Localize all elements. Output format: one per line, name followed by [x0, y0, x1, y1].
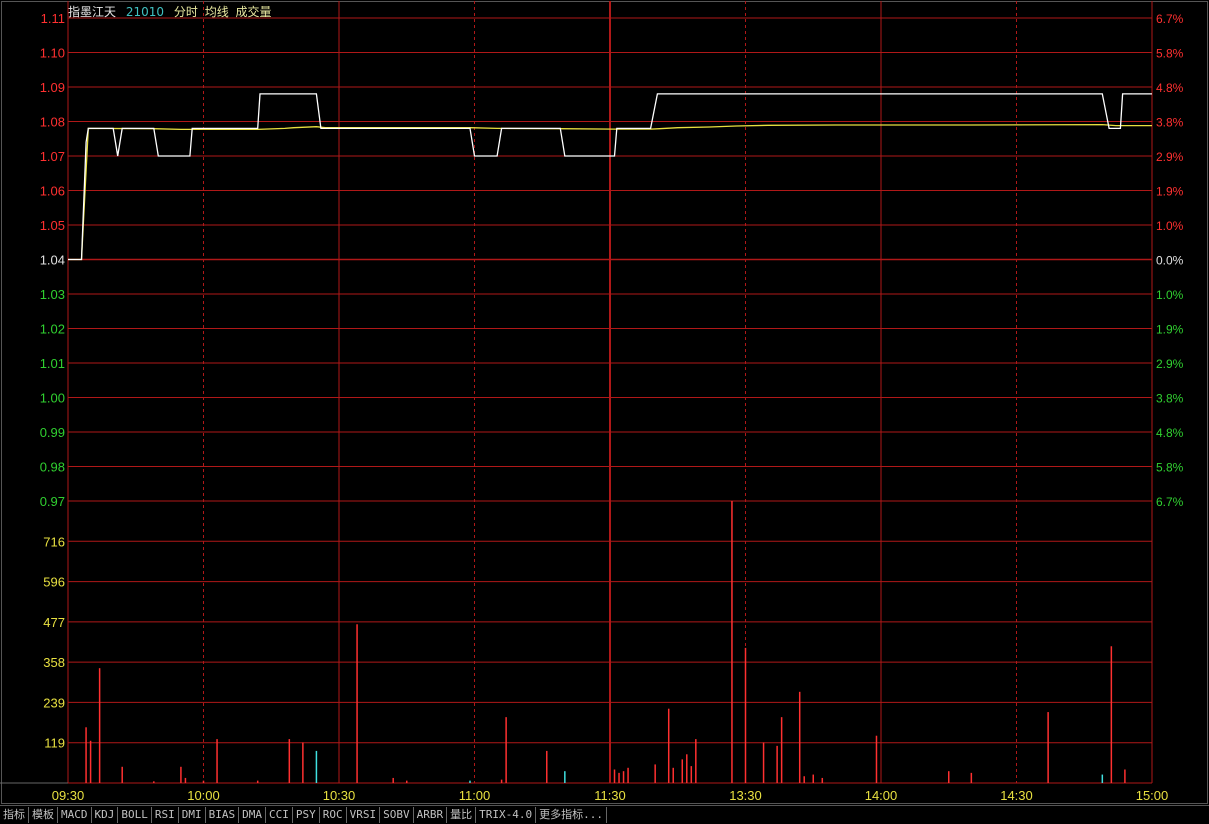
- tab-6[interactable]: DMI: [179, 807, 206, 823]
- tab-1[interactable]: 模板: [29, 807, 58, 823]
- percent-tick-label: 6.7%: [1156, 12, 1184, 26]
- price-tick-label: 1.08: [40, 115, 65, 130]
- price-tick-label: 1.00: [40, 391, 65, 406]
- price-tick-label: 1.10: [40, 46, 65, 61]
- time-label: 10:00: [187, 788, 220, 803]
- tab-9[interactable]: CCI: [266, 807, 293, 823]
- volume-tick-label: 596: [43, 575, 65, 590]
- tab-3[interactable]: KDJ: [92, 807, 119, 823]
- percent-tick-label: 6.7%: [1156, 495, 1184, 509]
- percent-tick-label: 1.0%: [1156, 219, 1184, 233]
- price-tick-label: 1.03: [40, 287, 65, 302]
- indicator-intraday: 分时: [173, 5, 198, 19]
- volume-tick-label: 119: [44, 736, 65, 751]
- volume-tick-label: 358: [43, 655, 65, 670]
- time-label: 13:30: [729, 788, 762, 803]
- price-tick-label: 1.06: [40, 184, 65, 199]
- price-tick-label: 1.01: [40, 356, 65, 371]
- price-tick-label: 1.05: [40, 218, 65, 233]
- tab-11[interactable]: ROC: [320, 807, 347, 823]
- price-tick-label: 0.97: [40, 494, 65, 509]
- percent-tick-label: 5.8%: [1156, 47, 1184, 61]
- price-tick-label: 0.98: [40, 460, 65, 475]
- percent-tick-label: 5.8%: [1156, 461, 1184, 475]
- percent-tick-label: 3.8%: [1156, 116, 1184, 130]
- tab-17[interactable]: 更多指标...: [536, 807, 607, 823]
- indicator-volume: 成交量: [235, 5, 272, 19]
- percent-tick-label: 1.9%: [1156, 323, 1184, 337]
- indicator-avg-line: 均线: [204, 5, 229, 19]
- tab-10[interactable]: PSY: [293, 807, 320, 823]
- stock-code: 21010: [125, 5, 165, 19]
- price-tick-label: 1.02: [40, 322, 65, 337]
- tab-0[interactable]: 指标: [0, 807, 29, 823]
- volume-tick-label: 716: [43, 534, 65, 549]
- tab-16[interactable]: TRIX-4.0: [476, 807, 537, 823]
- intraday-chart[interactable]: 1.11 6.7% 1.10 5.8% 1.09 4.8% 1.08 3.8% 1.07 2.9%…: [0, 0, 1209, 805]
- percent-tick-label: 1.9%: [1156, 185, 1184, 199]
- percent-tick-label: 2.9%: [1156, 150, 1184, 164]
- tab-13[interactable]: SOBV: [380, 807, 414, 823]
- time-label: 11:30: [594, 788, 626, 803]
- time-label: 15:00: [1136, 788, 1169, 803]
- tab-4[interactable]: BOLL: [118, 807, 152, 823]
- stock-name: 指墨江天: [68, 5, 117, 19]
- tab-5[interactable]: RSI: [152, 807, 179, 823]
- tab-15[interactable]: 量比: [447, 807, 477, 823]
- time-label: 14:00: [865, 788, 898, 803]
- percent-tick-label: 1.0%: [1156, 288, 1184, 302]
- indicator-tab-bar: 指标 模板 MACD KDJ BOLL RSI DMI BIAS DMA CCI PSY ROC VRS…: [0, 805, 1209, 824]
- tab-14[interactable]: ARBR: [414, 807, 448, 823]
- percent-tick-label: 3.8%: [1156, 392, 1184, 406]
- volume-tick-label: 239: [43, 695, 65, 710]
- percent-tick-label: 4.8%: [1156, 81, 1184, 95]
- volume-bars: [85, 501, 1126, 783]
- price-tick-label: 1.04: [40, 253, 65, 268]
- time-label: 14:30: [1000, 788, 1033, 803]
- price-tick-label: 0.99: [40, 425, 65, 440]
- percent-tick-label: 4.8%: [1156, 426, 1184, 440]
- percent-tick-label: 2.9%: [1156, 357, 1184, 371]
- tab-12[interactable]: VRSI: [347, 807, 381, 823]
- volume-tick-label: 477: [43, 615, 65, 630]
- price-tick-label: 1.09: [40, 80, 65, 95]
- tab-7[interactable]: BIAS: [206, 807, 240, 823]
- chart-header: 指墨江天 21010 分时 均线 成交量: [68, 3, 278, 20]
- time-label: 10:30: [323, 788, 356, 803]
- price-tick-label: 1.11: [41, 11, 65, 26]
- time-label: 09:30: [52, 788, 85, 803]
- price-tick-label: 1.07: [40, 149, 65, 164]
- tab-2[interactable]: MACD: [58, 807, 92, 823]
- percent-tick-label: 0.0%: [1156, 254, 1184, 268]
- tab-8[interactable]: DMA: [239, 807, 266, 823]
- time-label: 11:00: [459, 788, 491, 803]
- grid: [0, 1, 1208, 804]
